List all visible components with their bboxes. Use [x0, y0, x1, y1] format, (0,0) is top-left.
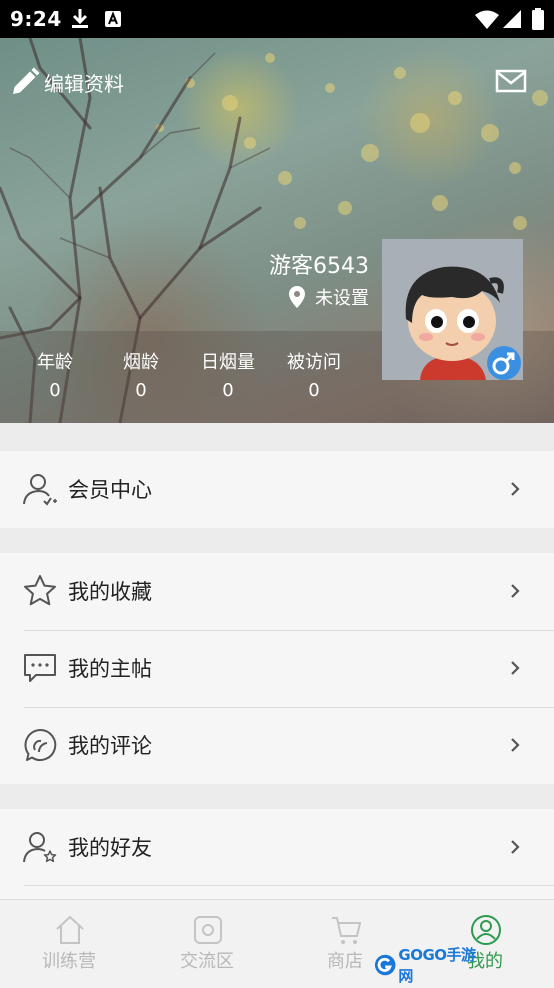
chevron-right-icon	[511, 584, 520, 598]
stat-daily-amount: 日烟量 0	[188, 348, 268, 401]
my-friends-label: 我的好友	[68, 836, 152, 860]
stat-smoking-years: 烟龄 0	[101, 348, 181, 401]
download-icon	[72, 9, 88, 28]
chevron-right-icon	[511, 482, 520, 496]
location-label: 未设置	[315, 288, 369, 309]
my-posts-row[interactable]: 我的主帖	[0, 630, 554, 707]
chevron-right-icon	[511, 738, 520, 752]
wifi-icon	[475, 10, 499, 29]
status-bar: 9:24	[0, 0, 554, 38]
status-time: 9:24	[10, 7, 62, 31]
chat-square-icon	[194, 916, 222, 944]
stat-value: 0	[308, 380, 320, 401]
edit-profile-label: 编辑资料	[44, 71, 124, 96]
divider	[24, 885, 554, 886]
my-friends-row[interactable]: 我的好友	[0, 809, 554, 886]
male-gender-icon	[487, 346, 521, 380]
user-plus-icon	[23, 474, 57, 506]
signal-icon	[503, 10, 521, 28]
menu-group-member: 会员中心	[0, 451, 554, 528]
edit-profile-button[interactable]: 编辑资料	[10, 66, 124, 98]
user-star-icon	[23, 832, 57, 863]
stat-age: 年龄 0	[15, 348, 95, 401]
screen: 9:24 编辑资料 游客6543 未设置 年龄 0 烟龄 0 日烟量 0 被访问…	[0, 0, 554, 988]
favorites-row[interactable]: 我的收藏	[0, 553, 554, 630]
pencil-icon	[13, 67, 40, 94]
location[interactable]: 未设置	[289, 284, 369, 310]
stat-value: 0	[49, 380, 61, 401]
favorites-label: 我的收藏	[68, 580, 152, 604]
username: 游客6543	[269, 254, 369, 279]
stat-visits: 被访问 0	[274, 348, 354, 401]
watermark-logo: GOGO手游网	[374, 946, 484, 985]
stat-value: 0	[135, 380, 147, 401]
tab-community[interactable]: 交流区	[138, 900, 276, 988]
my-comments-label: 我的评论	[68, 734, 152, 758]
menu-group-social: 我的好友	[0, 809, 554, 899]
comment-bubble-icon	[24, 728, 57, 761]
message-dots-icon	[24, 654, 56, 682]
member-center-row[interactable]: 会员中心	[0, 451, 554, 528]
stat-label: 被访问	[287, 352, 341, 373]
stat-label: 年龄	[37, 352, 73, 373]
keyboard-a-icon	[105, 11, 121, 27]
my-comments-row[interactable]: 我的评论	[0, 707, 554, 784]
chevron-right-icon	[511, 661, 520, 675]
member-center-label: 会员中心	[68, 478, 152, 502]
my-posts-label: 我的主帖	[68, 657, 152, 681]
stat-value: 0	[222, 380, 234, 401]
cart-icon	[332, 917, 362, 944]
battery-icon	[532, 8, 544, 30]
user-circle-icon	[471, 915, 501, 945]
watermark-g-icon	[374, 954, 396, 976]
stat-label: 烟龄	[123, 352, 159, 373]
mail-icon[interactable]	[495, 69, 527, 93]
tab-training-label: 训练营	[42, 951, 96, 972]
house-icon	[56, 915, 84, 944]
stat-label: 日烟量	[201, 352, 255, 373]
location-pin-icon	[289, 286, 305, 308]
tab-training[interactable]: 训练营	[0, 900, 138, 988]
watermark-text: GOGO手游网	[398, 946, 476, 985]
star-icon	[24, 575, 56, 606]
menu-group-content: 我的收藏 我的主帖 我的评论	[0, 553, 554, 784]
tab-community-label: 交流区	[180, 951, 234, 972]
profile-header: 编辑资料 游客6543 未设置 年龄 0 烟龄 0 日烟量 0 被访问 0	[0, 38, 554, 423]
chevron-right-icon	[511, 840, 520, 854]
